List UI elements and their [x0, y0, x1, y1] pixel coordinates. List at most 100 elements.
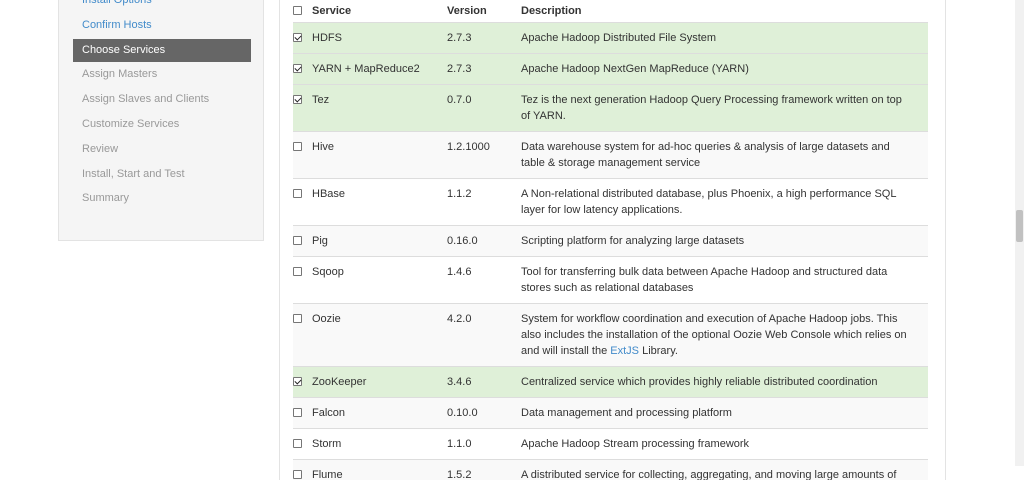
- service-row: ZooKeeper3.4.6Centralized service which …: [293, 366, 928, 397]
- wizard-step-assign-masters: Assign Masters: [73, 63, 251, 86]
- page-scrollbar[interactable]: [1015, 0, 1024, 466]
- service-version: 1.1.0: [447, 428, 521, 459]
- description-text: Apache Hadoop Stream processing framewor…: [521, 438, 749, 450]
- wizard-step-install-start-and-test: Install, Start and Test: [73, 163, 251, 186]
- description-text: Apache Hadoop Distributed File System: [521, 32, 716, 44]
- service-name: Storm: [312, 428, 447, 459]
- service-version: 2.7.3: [447, 53, 521, 84]
- service-version: 1.1.2: [447, 178, 521, 225]
- table-header-row: Service Version Description: [293, 0, 928, 22]
- service-row: Pig0.16.0Scripting platform for analyzin…: [293, 225, 928, 256]
- service-version: 0.7.0: [447, 84, 521, 131]
- select-all-cell: [293, 0, 312, 22]
- service-row: Hive1.2.1000Data warehouse system for ad…: [293, 131, 928, 178]
- service-checkbox[interactable]: [293, 142, 302, 151]
- description-text-after: Library.: [639, 345, 678, 357]
- service-name: Hive: [312, 131, 447, 178]
- service-row: Tez0.7.0Tez is the next generation Hadoo…: [293, 84, 928, 131]
- service-description: Apache Hadoop Stream processing framewor…: [521, 428, 928, 459]
- service-name: Sqoop: [312, 256, 447, 303]
- description-text: A Non-relational distributed database, p…: [521, 188, 896, 216]
- service-checkbox-cell: [293, 459, 312, 480]
- service-description: A Non-relational distributed database, p…: [521, 178, 928, 225]
- extjs-link[interactable]: ExtJS: [610, 345, 639, 357]
- choose-services-panel: Service Version Description HDFS2.7.3Apa…: [279, 0, 946, 480]
- service-description: Data warehouse system for ad-hoc queries…: [521, 131, 928, 178]
- wizard-step-choose-services[interactable]: Choose Services: [73, 39, 251, 62]
- service-checkbox-cell: [293, 131, 312, 178]
- service-row: YARN + MapReduce22.7.3Apache Hadoop Next…: [293, 53, 928, 84]
- description-text: System for workflow coordination and exe…: [521, 313, 907, 357]
- service-description: A distributed service for collecting, ag…: [521, 459, 928, 480]
- service-description: Scripting platform for analyzing large d…: [521, 225, 928, 256]
- service-version: 1.4.6: [447, 256, 521, 303]
- wizard-step-install-options[interactable]: Install Options: [73, 0, 251, 12]
- service-description: Apache Hadoop NextGen MapReduce (YARN): [521, 53, 928, 84]
- service-checkbox[interactable]: [293, 408, 302, 417]
- description-text: Tool for transferring bulk data between …: [521, 266, 887, 294]
- service-name: YARN + MapReduce2: [312, 53, 447, 84]
- description-column-header: Description: [521, 0, 928, 22]
- service-row: HDFS2.7.3Apache Hadoop Distributed File …: [293, 22, 928, 53]
- service-row: HBase1.1.2A Non-relational distributed d…: [293, 178, 928, 225]
- service-checkbox[interactable]: [293, 439, 302, 448]
- scrollbar-thumb[interactable]: [1016, 210, 1023, 242]
- service-checkbox[interactable]: [293, 64, 302, 73]
- service-version: 3.4.6: [447, 366, 521, 397]
- service-description: Centralized service which provides highl…: [521, 366, 928, 397]
- service-checkbox-cell: [293, 225, 312, 256]
- service-checkbox-cell: [293, 84, 312, 131]
- service-description: System for workflow coordination and exe…: [521, 303, 928, 366]
- service-checkbox[interactable]: [293, 33, 302, 42]
- service-row: Flume1.5.2A distributed service for coll…: [293, 459, 928, 480]
- services-table: Service Version Description HDFS2.7.3Apa…: [293, 0, 928, 480]
- wizard-step-confirm-hosts[interactable]: Confirm Hosts: [73, 14, 251, 37]
- service-checkbox-cell: [293, 53, 312, 84]
- service-name: ZooKeeper: [312, 366, 447, 397]
- service-name: Flume: [312, 459, 447, 480]
- description-text: Tez is the next generation Hadoop Query …: [521, 94, 902, 122]
- service-checkbox[interactable]: [293, 95, 302, 104]
- wizard-steps-sidebar: Install Options Confirm HostsChoose Servi…: [58, 0, 264, 241]
- service-name: HBase: [312, 178, 447, 225]
- service-version: 2.7.3: [447, 22, 521, 53]
- service-name: HDFS: [312, 22, 447, 53]
- description-text: Data management and processing platform: [521, 407, 732, 419]
- service-description: Apache Hadoop Distributed File System: [521, 22, 928, 53]
- service-checkbox[interactable]: [293, 377, 302, 386]
- service-checkbox-cell: [293, 256, 312, 303]
- service-column-header: Service: [312, 0, 447, 22]
- service-description: Tez is the next generation Hadoop Query …: [521, 84, 928, 131]
- service-checkbox-cell: [293, 178, 312, 225]
- service-checkbox-cell: [293, 303, 312, 366]
- service-checkbox[interactable]: [293, 236, 302, 245]
- service-name: Pig: [312, 225, 447, 256]
- select-all-checkbox[interactable]: [293, 6, 302, 15]
- service-row: Sqoop1.4.6Tool for transferring bulk dat…: [293, 256, 928, 303]
- service-name: Falcon: [312, 397, 447, 428]
- service-checkbox-cell: [293, 428, 312, 459]
- service-checkbox-cell: [293, 22, 312, 53]
- description-text: Scripting platform for analyzing large d…: [521, 235, 744, 247]
- service-row: Oozie4.2.0System for workflow coordinati…: [293, 303, 928, 366]
- wizard-step-assign-slaves-and-clients: Assign Slaves and Clients: [73, 88, 251, 111]
- service-checkbox[interactable]: [293, 189, 302, 198]
- service-name: Tez: [312, 84, 447, 131]
- service-row: Falcon0.10.0Data management and processi…: [293, 397, 928, 428]
- service-checkbox-cell: [293, 366, 312, 397]
- service-checkbox[interactable]: [293, 314, 302, 323]
- wizard-step-customize-services: Customize Services: [73, 113, 251, 136]
- service-row: Storm1.1.0Apache Hadoop Stream processin…: [293, 428, 928, 459]
- description-text: Apache Hadoop NextGen MapReduce (YARN): [521, 63, 749, 75]
- service-version: 0.16.0: [447, 225, 521, 256]
- service-checkbox[interactable]: [293, 267, 302, 276]
- description-text: Data warehouse system for ad-hoc queries…: [521, 141, 890, 169]
- service-checkbox-cell: [293, 397, 312, 428]
- version-column-header: Version: [447, 0, 521, 22]
- service-description: Data management and processing platform: [521, 397, 928, 428]
- service-version: 0.10.0: [447, 397, 521, 428]
- service-version: 1.5.2: [447, 459, 521, 480]
- service-checkbox[interactable]: [293, 470, 302, 479]
- service-description: Tool for transferring bulk data between …: [521, 256, 928, 303]
- description-text: Centralized service which provides highl…: [521, 376, 877, 388]
